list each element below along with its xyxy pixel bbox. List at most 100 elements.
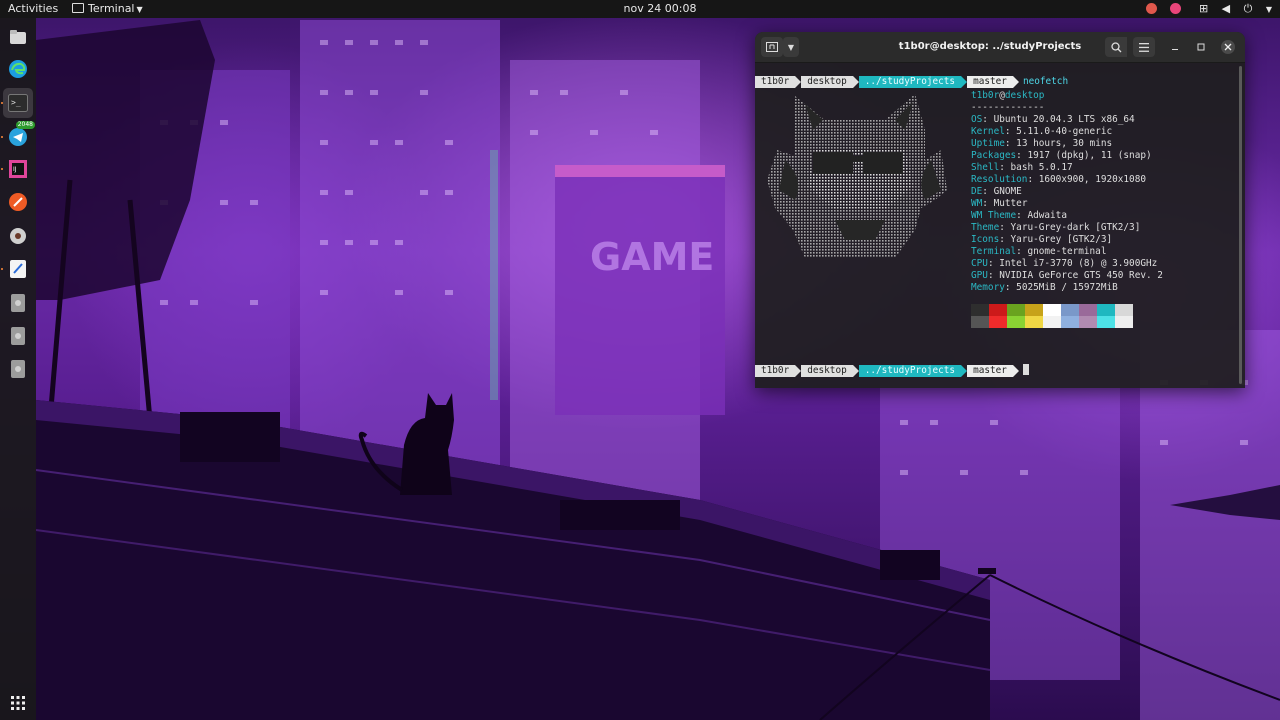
info-gpu: GPU: NVIDIA GeForce GTS 450 Rev. 2 <box>971 270 1163 281</box>
dock: >_ 2048 IJ <box>0 18 36 720</box>
info-shell: Shell: bash 5.0.17 <box>971 162 1073 173</box>
palette-swatch <box>1115 316 1133 328</box>
network-icon[interactable]: ⊞ <box>1199 0 1208 18</box>
window-title: t1b0r@desktop: ../studyProjects <box>898 41 1082 52</box>
palette-swatch <box>1025 304 1043 316</box>
info-uptime: Uptime: 13 hours, 30 mins <box>971 138 1113 149</box>
svg-text:IJ: IJ <box>13 166 17 173</box>
palette-swatch <box>1079 316 1097 328</box>
drive-icon[interactable] <box>7 325 29 347</box>
terminal-headerbar[interactable]: ▼ t1b0r@desktop: ../studyProjects <box>755 32 1245 63</box>
disk-icon[interactable] <box>7 225 29 247</box>
prompt-host: desktop <box>801 365 859 377</box>
app-menu[interactable]: Terminal ▼ <box>72 0 143 18</box>
new-tab-icon <box>766 42 778 52</box>
palette-swatch <box>971 316 989 328</box>
app-grid-icon[interactable] <box>7 692 29 714</box>
prompt-user: t1b0r <box>755 76 802 88</box>
hamburger-icon <box>1139 42 1149 52</box>
info-wm: WM: Mutter <box>971 198 1028 209</box>
info-icons: Icons: Yaru-Grey [GTK2/3] <box>971 234 1113 245</box>
minimize-button[interactable] <box>1169 37 1181 57</box>
info-resolution: Resolution: 1600x900, 1920x1080 <box>971 174 1146 185</box>
text-editor-icon[interactable] <box>7 258 29 280</box>
tab-menu-dropdown-button[interactable]: ▼ <box>783 37 799 57</box>
neofetch-ascii-logo <box>767 94 947 258</box>
power-icon[interactable]: ⏻ <box>1244 0 1253 18</box>
palette-swatch <box>1043 316 1061 328</box>
palette-swatch <box>1007 316 1025 328</box>
jetbrains-icon[interactable]: IJ <box>7 158 29 180</box>
text-cursor <box>1022 364 1029 375</box>
palette-swatch <box>1007 304 1025 316</box>
info-host: desktop <box>1004 90 1045 101</box>
svg-text:>_: >_ <box>11 98 21 107</box>
info-separator: ------------- <box>971 102 1045 113</box>
app-menu-label: Terminal <box>88 2 135 15</box>
prompt-line-current[interactable]: t1b0r desktop ../studyProjects master <box>755 364 1029 377</box>
palette-swatch <box>971 304 989 316</box>
search-button[interactable] <box>1105 37 1127 57</box>
info-terminal: Terminal: gnome-terminal <box>971 246 1107 257</box>
chrome-tray-icon[interactable] <box>1145 3 1157 14</box>
info-cpu: CPU: Intel i7-3770 (8) @ 3.900GHz <box>971 258 1158 269</box>
terminal-icon[interactable]: >_ <box>3 88 33 118</box>
terminal-output[interactable]: t1b0r desktop ../studyProjects master neofet… <box>755 76 1239 386</box>
palette-swatch <box>989 316 1007 328</box>
drive-icon[interactable] <box>7 292 29 314</box>
info-user: t1b0r <box>971 90 1000 101</box>
system-info: t1b0r@desktop ------------- OS: Ubuntu 2… <box>971 90 1163 294</box>
palette-swatch <box>1061 316 1079 328</box>
running-indicator <box>1 102 3 104</box>
terminal-icon <box>72 3 84 13</box>
app-tray-icon[interactable] <box>1170 3 1182 14</box>
palette-swatch <box>989 304 1007 316</box>
terminal-scrollbar[interactable] <box>1239 66 1242 384</box>
palette-swatch <box>1079 304 1097 316</box>
maximize-icon <box>1197 43 1205 51</box>
palette-swatch <box>1115 304 1133 316</box>
close-button[interactable] <box>1221 40 1235 54</box>
menu-button[interactable] <box>1133 37 1155 57</box>
prompt-branch: master <box>967 365 1019 377</box>
running-indicator <box>1 168 3 170</box>
info-packages: Packages: 1917 (dpkg), 11 (snap) <box>971 150 1152 161</box>
color-palette <box>971 304 1133 328</box>
info-de: DE: GNOME <box>971 186 1022 197</box>
svg-text:GAME: GAME <box>590 235 714 279</box>
volume-icon[interactable]: ◀ <box>1222 0 1230 18</box>
info-os: OS: Ubuntu 20.04.3 LTS x86_64 <box>971 114 1135 125</box>
prompt-line: t1b0r desktop ../studyProjects master neofet… <box>755 76 1068 88</box>
search-icon <box>1110 41 1121 52</box>
info-kernel: Kernel: 5.11.0-40-generic <box>971 126 1113 137</box>
chevron-down-icon[interactable]: ▼ <box>1266 1 1272 19</box>
palette-swatch <box>1025 316 1043 328</box>
prompt-dir: ../studyProjects <box>858 76 968 88</box>
prompt-host: desktop <box>801 76 859 88</box>
prompt-dir: ../studyProjects <box>858 365 968 377</box>
user-host-line: t1b0r@desktop <box>971 90 1163 102</box>
running-indicator <box>1 268 3 270</box>
unread-badge: 2048 <box>15 121 35 129</box>
info-memory: Memory: 5025MiB / 15972MiB <box>971 282 1118 293</box>
edge-icon[interactable] <box>7 58 29 80</box>
prompt-branch: master <box>967 76 1019 88</box>
drive-icon[interactable] <box>7 358 29 380</box>
info-theme: Theme: Yaru-Grey-dark [GTK2/3] <box>971 222 1141 233</box>
close-icon <box>1224 43 1232 51</box>
maximize-button[interactable] <box>1195 37 1207 57</box>
palette-swatch <box>1061 304 1079 316</box>
minimize-icon <box>1172 49 1178 50</box>
clock[interactable]: nov 24 00:08 <box>600 0 720 18</box>
files-icon[interactable] <box>7 26 29 48</box>
info-wm-theme: WM Theme: Adwaita <box>971 210 1067 221</box>
telegram-icon[interactable]: 2048 <box>7 121 35 148</box>
terminal-window[interactable]: ▼ t1b0r@desktop: ../studyProjects t1b0r d… <box>755 32 1245 388</box>
prompt-user: t1b0r <box>755 365 802 377</box>
system-tray[interactable]: ⊞ ◀ ⏻ ▼ <box>1136 0 1272 18</box>
palette-swatch <box>1043 304 1061 316</box>
running-indicator <box>1 136 3 138</box>
new-tab-button[interactable] <box>761 37 783 57</box>
activities-button[interactable]: Activities <box>8 0 58 18</box>
postman-icon[interactable] <box>7 191 29 213</box>
